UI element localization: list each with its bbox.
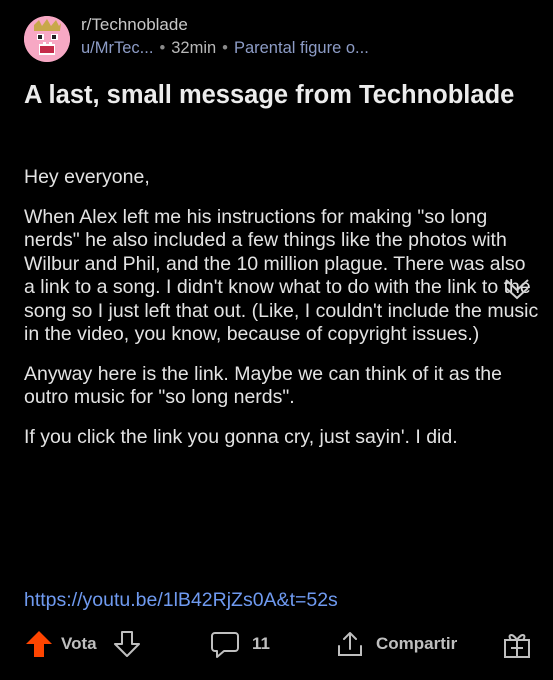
subreddit-name[interactable]: r/Technoblade: [81, 15, 188, 35]
meta-separator: •: [159, 39, 166, 57]
author-link[interactable]: u/MrTec...: [81, 39, 153, 57]
action-bar: Vota 11 Compartir: [0, 620, 553, 668]
share-button[interactable]: Compartir: [336, 620, 457, 668]
downvote-arrow-icon[interactable]: [112, 629, 142, 659]
share-label: Compartir: [376, 634, 458, 653]
award-button[interactable]: [502, 620, 532, 668]
vote-label-wrap: Vota: [61, 620, 97, 668]
upvote-button[interactable]: [24, 620, 54, 668]
post-body: Hey everyone, When Alex left me his inst…: [24, 166, 539, 465]
comment-bubble-icon: [211, 632, 239, 658]
collapse-chevron-icon[interactable]: [500, 276, 534, 302]
post-paragraph: When Alex left me his instructions for m…: [24, 205, 539, 346]
vote-label: Vota: [61, 634, 97, 653]
downvote-button[interactable]: [112, 620, 142, 668]
share-icon: [338, 632, 362, 656]
post-header: r/Technoblade u/MrTec... • 32min • Parental …: [24, 12, 529, 64]
upvote-arrow-icon[interactable]: [24, 629, 54, 659]
post-paragraph: If you click the link you gonna cry, jus…: [24, 425, 458, 448]
post-time: 32min: [171, 39, 217, 57]
comment-count: 11: [252, 634, 270, 653]
post-paragraph: Anyway here is the link. Maybe we can th…: [24, 362, 502, 409]
subreddit-avatar-icon[interactable]: [24, 16, 70, 62]
gift-icon: [504, 634, 530, 658]
meta-separator: •: [222, 39, 228, 57]
post-meta: u/MrTec... • 32min • Parental figure o...: [81, 39, 369, 58]
post-paragraph: Hey everyone,: [24, 166, 150, 188]
comments-button[interactable]: 11: [210, 620, 270, 668]
youtube-link[interactable]: https://youtu.be/1lB42RjZs0A&t=52s: [24, 589, 338, 612]
user-flair: Parental figure o...: [233, 39, 369, 57]
post-title: A last, small message from Technoblade: [24, 81, 515, 109]
